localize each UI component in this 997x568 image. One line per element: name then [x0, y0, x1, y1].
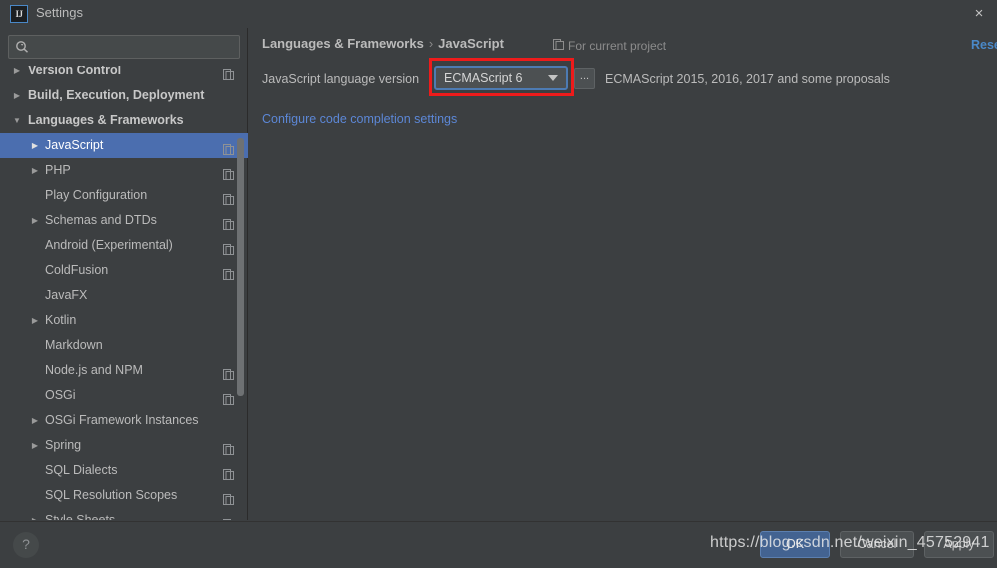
sidebar-item-coldfusion[interactable]: ColdFusion — [0, 258, 248, 283]
sidebar-item-label: Languages & Frameworks — [28, 113, 184, 127]
sidebar-item-label: Spring — [45, 438, 82, 452]
sidebar-item-label: Android (Experimental) — [45, 238, 173, 252]
project-scope-icon — [223, 514, 234, 520]
sidebar-item-android-experimental[interactable]: Android (Experimental) — [0, 233, 248, 258]
intellij-logo-icon: IJ — [10, 5, 28, 23]
breadcrumb-current: JavaScript — [438, 36, 504, 51]
project-scope-icon — [223, 389, 234, 405]
sidebar-scrollbar[interactable] — [237, 66, 246, 520]
configure-code-completion-link[interactable]: Configure code completion settings — [262, 112, 457, 126]
chevron-right-icon[interactable]: ▶ — [28, 208, 42, 233]
page-title: Settings — [36, 5, 83, 20]
project-scope-icon — [223, 489, 234, 505]
sidebar-item-label: ColdFusion — [45, 263, 109, 277]
language-version-label: JavaScript language version — [262, 72, 420, 86]
chevron-right-icon[interactable]: ▶ — [28, 308, 42, 333]
project-scope-icon — [223, 214, 234, 230]
sidebar-item-label: Build, Execution, Deployment — [28, 88, 205, 102]
for-current-project-indicator: For current project — [553, 39, 666, 54]
sidebar-item-label: Node.js and NPM — [45, 363, 143, 377]
sidebar-item-markdown[interactable]: Markdown — [0, 333, 248, 358]
sidebar-item-osgi-framework-instances[interactable]: ▶ OSGi Framework Instances — [0, 408, 248, 433]
settings-tree: ▶ Version Control ▶ Build, Execution, Deplo… — [0, 66, 248, 520]
sidebar-item-label: SQL Dialects — [45, 463, 118, 477]
help-button[interactable]: ? — [13, 532, 39, 558]
sidebar-item-label: PHP — [45, 163, 71, 177]
breadcrumb-parent[interactable]: Languages & Frameworks — [262, 36, 424, 51]
sidebar-item-kotlin[interactable]: ▶ Kotlin — [0, 308, 248, 333]
sidebar-item-sql-resolution-scopes[interactable]: SQL Resolution Scopes — [0, 483, 248, 508]
settings-dialog: IJ Settings × ▶ Version Control ▶ Build, Ex… — [0, 0, 997, 568]
sidebar-item-label: SQL Resolution Scopes — [45, 488, 178, 502]
sidebar-item-label: JavaFX — [45, 288, 88, 302]
settings-content-panel: Languages & Frameworks › JavaScript For cu… — [249, 28, 997, 520]
sidebar-item-version-control[interactable]: ▶ Version Control — [0, 66, 248, 83]
cancel-button[interactable]: Cancel — [840, 531, 914, 558]
more-options-button[interactable]: ... — [574, 68, 595, 89]
sidebar-item-build-execution-deployment[interactable]: ▶ Build, Execution, Deployment — [0, 83, 248, 108]
sidebar-item-label: Play Configuration — [45, 188, 148, 202]
chevron-right-icon[interactable]: ▶ — [28, 433, 42, 458]
sidebar-item-label: Version Control — [28, 66, 122, 77]
sidebar-item-label: OSGi — [45, 388, 76, 402]
search-box — [8, 35, 240, 59]
sidebar-item-label: Markdown — [45, 338, 103, 352]
chevron-right-icon[interactable]: ▶ — [28, 508, 42, 520]
project-scope-icon — [223, 439, 234, 455]
language-version-value: ECMAScript 6 — [444, 71, 523, 85]
close-icon[interactable]: × — [969, 4, 989, 24]
chevron-right-icon[interactable]: ▶ — [10, 66, 24, 83]
sidebar-item-node-js-and-npm[interactable]: Node.js and NPM — [0, 358, 248, 383]
breadcrumb-separator-icon: › — [428, 36, 434, 51]
sidebar-item-label: Schemas and DTDs — [45, 213, 157, 227]
for-current-project-label: For current project — [568, 39, 667, 53]
settings-sidebar: ▶ Version Control ▶ Build, Execution, Deplo… — [0, 28, 248, 520]
sidebar-item-label: Kotlin — [45, 313, 77, 327]
search-input[interactable] — [8, 35, 240, 59]
project-scope-icon — [223, 139, 234, 155]
project-scope-icon — [223, 264, 234, 280]
apply-button[interactable]: Apply — [924, 531, 994, 558]
sidebar-item-style-sheets[interactable]: ▶Style Sheets — [0, 508, 248, 520]
sidebar-scrollbar-thumb[interactable] — [237, 138, 244, 396]
sidebar-item-javascript[interactable]: ▶ JavaScript — [0, 133, 248, 158]
chevron-down-icon[interactable]: ▼ — [10, 108, 24, 133]
chevron-right-icon[interactable]: ▶ — [28, 408, 42, 433]
project-scope-icon — [223, 164, 234, 180]
sidebar-item-php[interactable]: ▶ PHP — [0, 158, 248, 183]
project-scope-icon — [223, 189, 234, 205]
title-bar: IJ Settings × — [0, 0, 997, 28]
chevron-right-icon[interactable]: ▶ — [28, 133, 42, 158]
reset-link[interactable]: Reset — [971, 38, 997, 52]
sidebar-item-languages-frameworks[interactable]: ▼ Languages & Frameworks — [0, 108, 248, 133]
sidebar-item-label: Style Sheets — [45, 513, 116, 520]
project-scope-icon — [553, 39, 564, 54]
chevron-down-icon — [548, 75, 558, 81]
sidebar-item-label: OSGi Framework Instances — [45, 413, 199, 427]
sidebar-item-schemas-and-dtds[interactable]: ▶ Schemas and DTDs — [0, 208, 248, 233]
breadcrumb: Languages & Frameworks › JavaScript — [262, 36, 504, 51]
sidebar-item-play-configuration[interactable]: Play Configuration — [0, 183, 248, 208]
version-description: ECMAScript 2015, 2016, 2017 and some pro… — [605, 72, 890, 86]
sidebar-item-osgi[interactable]: OSGi — [0, 383, 248, 408]
chevron-right-icon[interactable]: ▶ — [10, 83, 24, 108]
project-scope-icon — [223, 464, 234, 480]
project-scope-icon — [223, 239, 234, 255]
language-version-combobox[interactable]: ECMAScript 6 — [434, 66, 568, 90]
sidebar-item-label: JavaScript — [45, 138, 104, 152]
dialog-footer: ? OK Cancel Apply — [0, 521, 997, 568]
chevron-right-icon[interactable]: ▶ — [28, 158, 42, 183]
sidebar-item-sql-dialects[interactable]: SQL Dialects — [0, 458, 248, 483]
project-scope-icon — [223, 66, 234, 80]
sidebar-item-spring[interactable]: ▶ Spring — [0, 433, 248, 458]
project-scope-icon — [223, 364, 234, 380]
ok-button[interactable]: OK — [760, 531, 830, 558]
sidebar-item-javafx[interactable]: JavaFX — [0, 283, 248, 308]
